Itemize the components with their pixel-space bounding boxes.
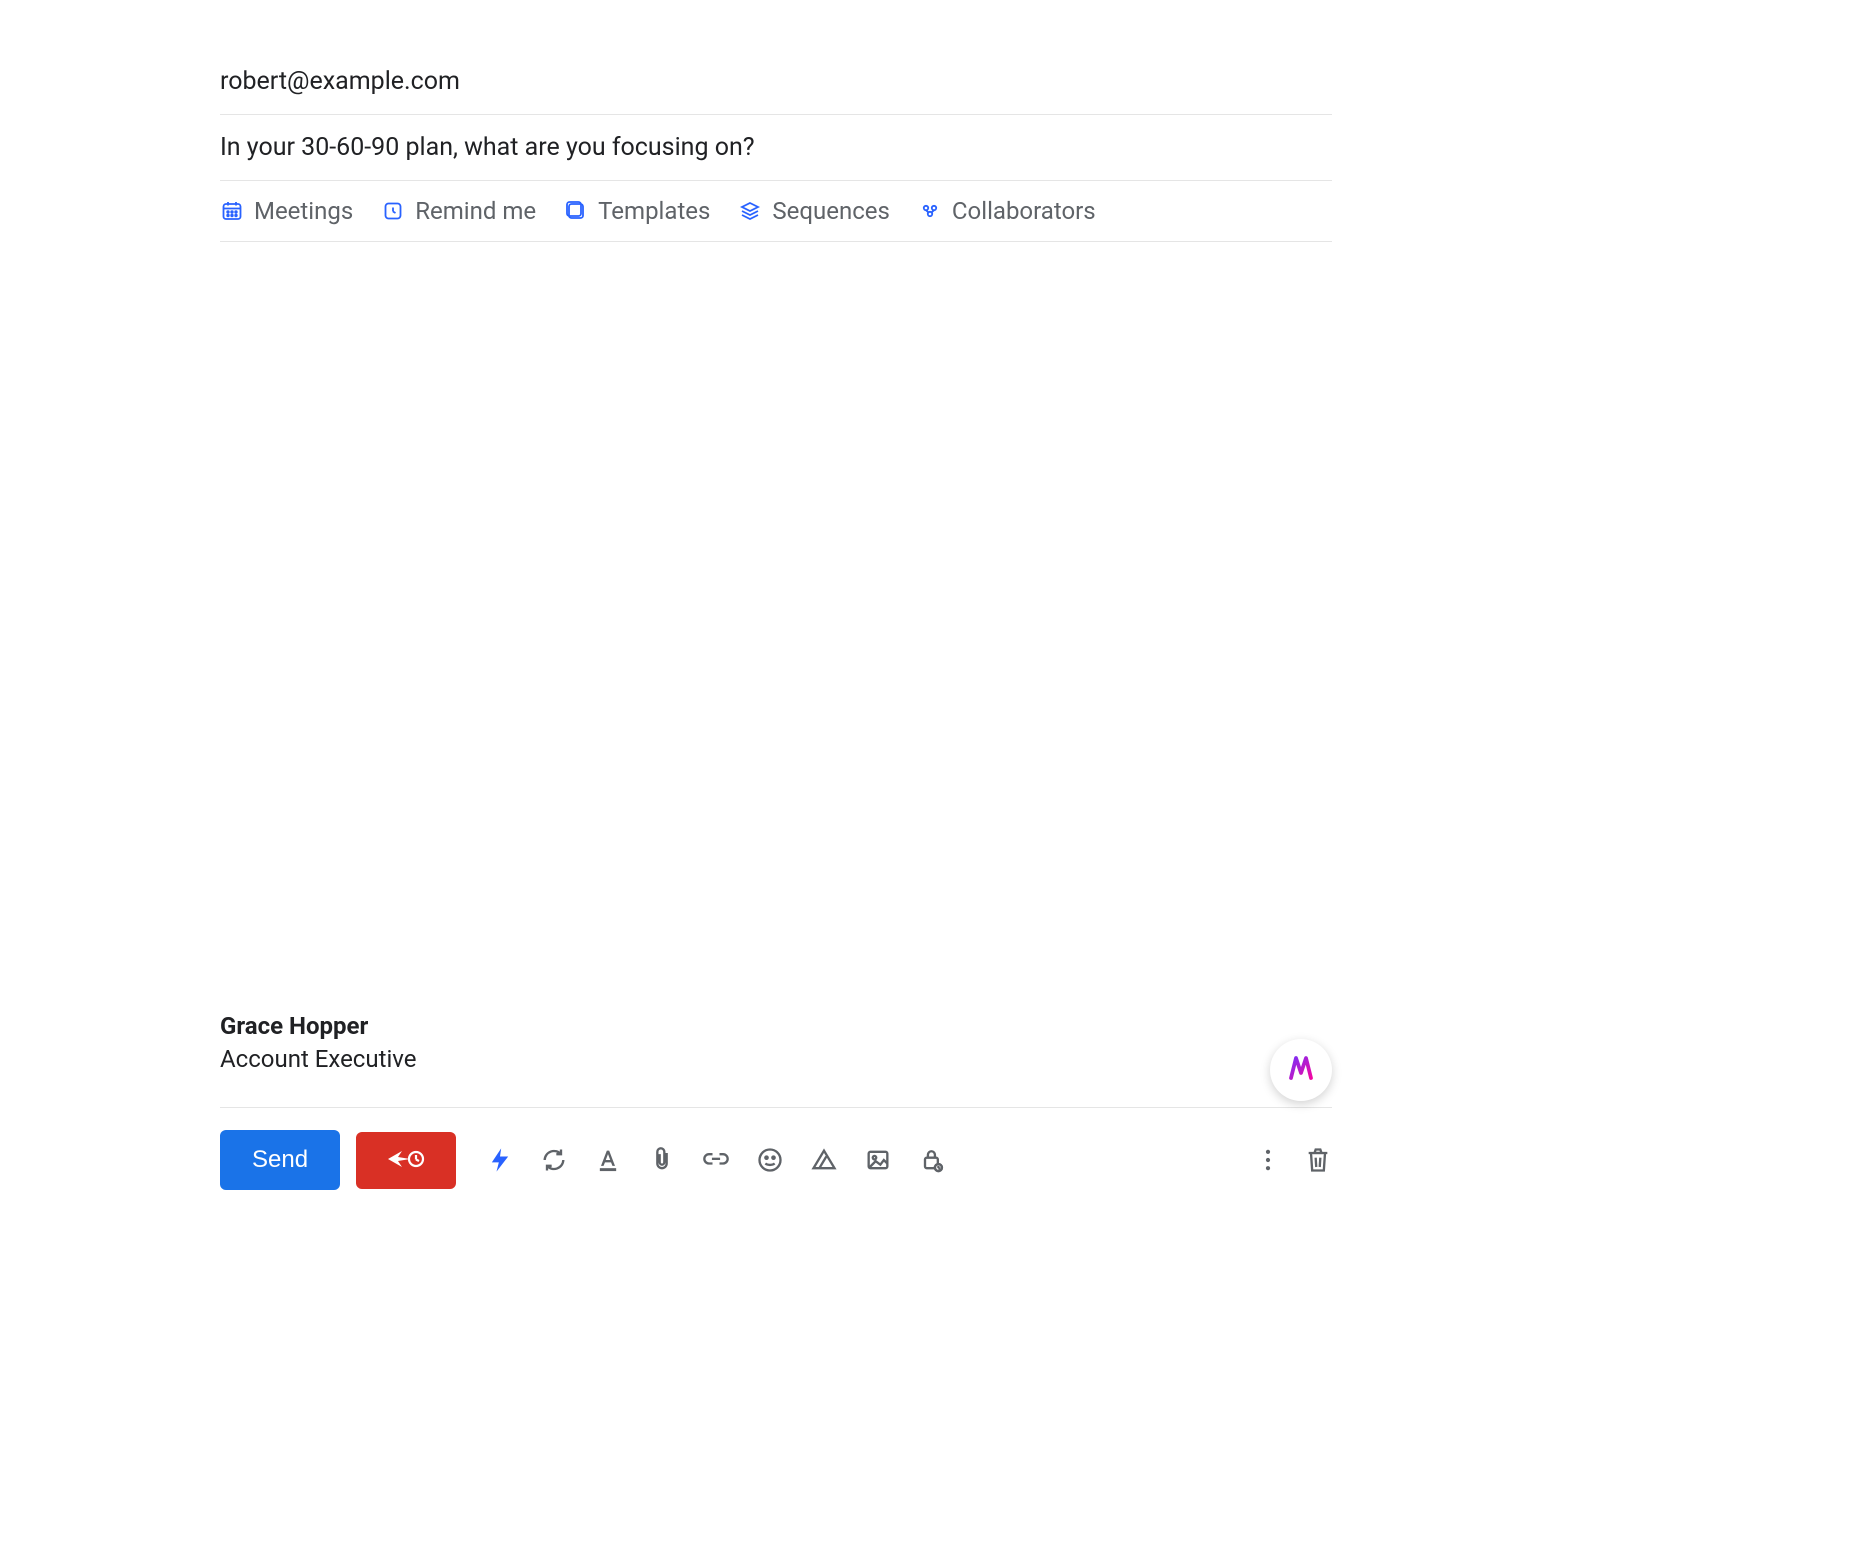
bolt-icon[interactable] bbox=[486, 1146, 514, 1174]
calendar-icon bbox=[220, 199, 244, 223]
extension-logo-icon bbox=[1286, 1053, 1316, 1087]
formatting-icons bbox=[486, 1146, 946, 1174]
to-field[interactable]: robert@example.com bbox=[220, 55, 1332, 115]
toolbar-meetings-label: Meetings bbox=[254, 197, 353, 225]
toolbar-sequences-label: Sequences bbox=[772, 197, 890, 225]
emoji-icon[interactable] bbox=[756, 1146, 784, 1174]
more-options-icon[interactable] bbox=[1254, 1146, 1282, 1174]
confidential-icon[interactable] bbox=[918, 1146, 946, 1174]
bottom-toolbar: Send bbox=[220, 1108, 1332, 1212]
toolbar-remind-label: Remind me bbox=[415, 197, 536, 225]
layers-icon bbox=[738, 199, 762, 223]
subject-value: In your 30-60-90 plan, what are you focu… bbox=[220, 133, 755, 162]
toolbar-meetings[interactable]: Meetings bbox=[220, 197, 353, 225]
people-icon bbox=[918, 199, 942, 223]
toolbar-templates-label: Templates bbox=[598, 197, 710, 225]
send-later-icon bbox=[386, 1146, 426, 1175]
compose-toolbar: Meetings Remind me Templates Sequences C… bbox=[220, 181, 1332, 242]
toolbar-remind[interactable]: Remind me bbox=[381, 197, 536, 225]
toolbar-collaborators-label: Collaborators bbox=[952, 197, 1096, 225]
send-later-button[interactable] bbox=[356, 1132, 456, 1189]
to-value: robert@example.com bbox=[220, 67, 460, 96]
extension-badge[interactable] bbox=[1270, 1039, 1332, 1101]
right-icons bbox=[1254, 1146, 1332, 1174]
attachment-icon[interactable] bbox=[648, 1146, 676, 1174]
subject-field[interactable]: In your 30-60-90 plan, what are you focu… bbox=[220, 115, 1332, 181]
compose-body[interactable]: Grace Hopper Account Executive bbox=[220, 242, 1332, 1107]
toolbar-collaborators[interactable]: Collaborators bbox=[918, 197, 1096, 225]
signature-block: Grace Hopper Account Executive bbox=[220, 1010, 416, 1077]
image-icon[interactable] bbox=[864, 1146, 892, 1174]
compose-window: robert@example.com In your 30-60-90 plan… bbox=[220, 55, 1332, 1212]
link-icon[interactable] bbox=[702, 1146, 730, 1174]
drive-icon[interactable] bbox=[810, 1146, 838, 1174]
toolbar-sequences[interactable]: Sequences bbox=[738, 197, 890, 225]
signature-name: Grace Hopper bbox=[220, 1010, 416, 1044]
toolbar-templates[interactable]: Templates bbox=[564, 197, 710, 225]
trash-icon[interactable] bbox=[1304, 1146, 1332, 1174]
signature-title: Account Executive bbox=[220, 1043, 416, 1077]
clock-square-icon bbox=[381, 199, 405, 223]
template-icon bbox=[564, 199, 588, 223]
send-button[interactable]: Send bbox=[220, 1130, 340, 1190]
refresh-icon[interactable] bbox=[540, 1146, 568, 1174]
text-format-icon[interactable] bbox=[594, 1146, 622, 1174]
